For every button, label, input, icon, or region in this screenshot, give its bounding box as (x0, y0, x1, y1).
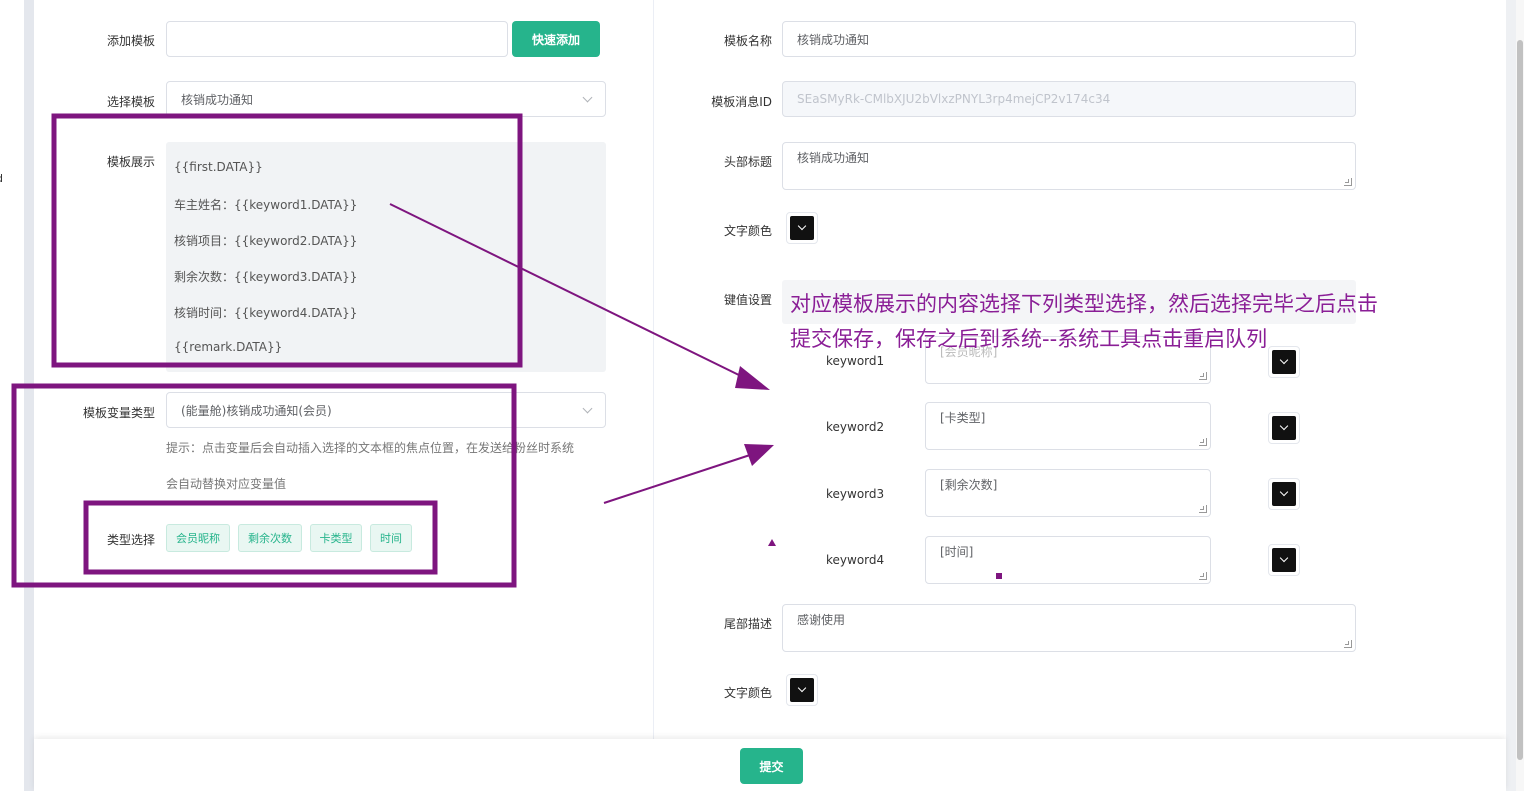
marker-square (996, 573, 1002, 579)
arrow-line-2 (603, 454, 751, 504)
annotation-overlay (11, 113, 1002, 588)
arrow-line-1 (389, 203, 746, 379)
marker-triangle (768, 539, 776, 546)
highlight-box-type-select (83, 500, 438, 575)
highlight-box-template-display (51, 113, 523, 368)
arrow-head-2 (744, 444, 774, 466)
highlight-box-var-type (11, 383, 517, 588)
annotation-line-1: 对应模板展示的内容选择下列类型选择，然后选择完毕之后点击 (790, 292, 1378, 316)
annotation-line-2: 提交保存，保存之后到系统--系统工具点击重启队列 (790, 327, 1268, 351)
arrow-head-1 (735, 366, 770, 390)
